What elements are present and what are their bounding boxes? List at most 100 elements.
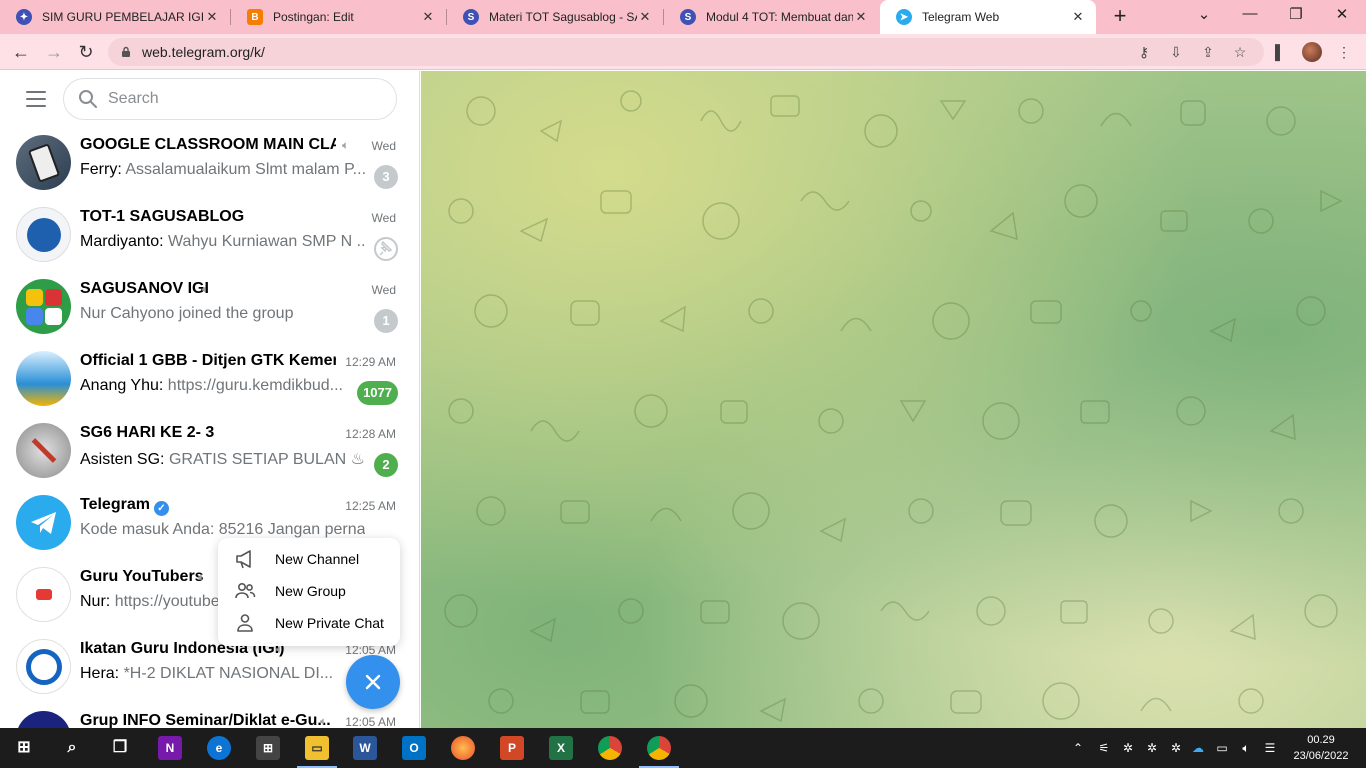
store-icon[interactable]: ⊞ <box>256 736 280 760</box>
chat-item[interactable]: SG6 HARI KE 2- 3 12:28 AM Asisten SG: GR… <box>0 415 419 487</box>
menu-dots-icon[interactable]: ⋮ <box>1334 42 1354 62</box>
chat-background <box>421 71 1366 728</box>
chat-sender: Ferry: <box>80 161 122 178</box>
search-icon <box>79 90 97 108</box>
tab-postingan[interactable]: B Postingan: Edit ✕ <box>231 0 446 34</box>
user-icon <box>237 614 253 632</box>
powerpoint-icon[interactable]: P <box>500 736 524 760</box>
tab-modul-4[interactable]: S Modul 4 TOT: Membuat dan ✕ <box>664 0 879 34</box>
close-menu-button[interactable] <box>346 655 400 709</box>
chrome-icon[interactable] <box>598 736 622 760</box>
pin-icon <box>374 237 398 261</box>
tab-sim-guru[interactable]: ✦ SIM GURU PEMBELAJAR IGI ✕ <box>0 0 230 34</box>
chat-sender: Mardiyanto: <box>80 233 164 250</box>
browser-toolbar: ← → ↻ web.telegram.org/k/ ⚷ ⇩ ⇪ ☆ ▌ ⋮ <box>0 34 1366 70</box>
new-channel-menu-item[interactable]: New Channel <box>218 543 400 575</box>
onedrive-icon[interactable]: ☁ <box>1190 740 1206 756</box>
chat-preview: Ferry: Assalamualaikum Slmt malam P... <box>80 161 365 179</box>
forward-arrow-icon[interactable]: → <box>42 40 66 64</box>
chat-avatar <box>16 567 71 622</box>
chat-preview: Hera: *H-2 DIKLAT NASIONAL DI... <box>80 665 333 683</box>
chat-time: 12:28 AM <box>345 427 396 441</box>
side-panel-icon[interactable]: ▌ <box>1270 42 1290 62</box>
onenote-icon[interactable]: N <box>158 736 182 760</box>
clock-date: 23/06/2022 <box>1293 750 1349 762</box>
chat-message: https://guru.kemdikbud... <box>167 377 342 394</box>
close-window-icon[interactable]: ✕ <box>1330 5 1354 27</box>
battery-icon[interactable]: ▭ <box>1214 740 1230 756</box>
chat-name: SG6 HARI KE 2- 3 <box>80 424 215 441</box>
chevron-up-icon[interactable]: ⌃ <box>1070 740 1086 756</box>
close-tab-icon[interactable]: ✕ <box>853 9 869 25</box>
tab-title: Telegram Web <box>922 10 1000 24</box>
tab-search-icon[interactable]: ⌄ <box>1192 5 1216 27</box>
search-icon[interactable]: ⌕ <box>60 736 84 760</box>
install-app-icon[interactable]: ⇩ <box>1166 42 1186 62</box>
system-clock[interactable]: 00.29 23/06/2022 <box>1290 732 1352 764</box>
profile-avatar[interactable] <box>1302 42 1322 62</box>
new-private-chat-menu-item[interactable]: New Private Chat <box>218 607 400 639</box>
minimize-icon[interactable]: — <box>1238 5 1262 27</box>
tab-title: Postingan: Edit <box>273 10 354 24</box>
firefox-icon[interactable] <box>451 736 475 760</box>
chat-sender: Nur: <box>80 593 111 610</box>
key-icon[interactable]: ⚷ <box>1134 42 1154 62</box>
search-input[interactable] <box>108 90 368 108</box>
file-explorer-icon[interactable]: ▭ <box>297 736 337 768</box>
chat-message: *H-2 DIKLAT NASIONAL DI... <box>123 665 334 682</box>
close-tab-icon[interactable]: ✕ <box>420 9 436 25</box>
unread-badge: 1077 <box>357 381 398 405</box>
restore-icon[interactable]: ❐ <box>1284 5 1308 27</box>
search-box[interactable] <box>63 78 397 120</box>
chat-time: 12:29 AM <box>345 355 396 369</box>
outlook-icon[interactable]: O <box>402 736 426 760</box>
new-group-menu-item[interactable]: New Group <box>218 575 400 607</box>
back-arrow-icon[interactable]: ← <box>9 40 33 64</box>
chrome-profile-icon[interactable] <box>639 736 679 768</box>
verified-icon: ✓ <box>153 501 169 516</box>
megaphone-icon <box>236 550 251 569</box>
chat-message: Nur Cahyono joined the group <box>80 305 294 322</box>
hamburger-menu-icon[interactable] <box>26 91 46 107</box>
chat-avatar <box>16 423 71 478</box>
chat-name: GOOGLE CLASSROOM MAIN CLASS <box>80 136 336 153</box>
chat-item[interactable]: Grup INFO Seminar/Diklat e-Gu... 🔈︎ 12:0… <box>0 703 419 728</box>
bookmark-star-icon[interactable]: ☆ <box>1230 42 1250 62</box>
tab-telegram-web[interactable]: ➤ Telegram Web ✕ <box>880 0 1096 34</box>
chat-item[interactable]: Official 1 GBB - Ditjen GTK Kemen... 12:… <box>0 343 419 415</box>
volume-icon[interactable]: 🔈︎ <box>1238 740 1254 756</box>
tab-materi-tot[interactable]: S Materi TOT Sagusablog - SAG ✕ <box>447 0 663 34</box>
tab-title: Modul 4 TOT: Membuat dan <box>706 10 853 24</box>
tray-app-icon[interactable]: ✲ <box>1168 740 1184 756</box>
close-tab-icon[interactable]: ✕ <box>204 9 220 25</box>
close-tab-icon[interactable]: ✕ <box>637 9 653 25</box>
windows-start-icon[interactable]: ⊞ <box>12 736 36 760</box>
network-icon[interactable]: ⚟ <box>1096 740 1112 756</box>
word-icon[interactable]: W <box>353 736 377 760</box>
close-tab-icon[interactable]: ✕ <box>1070 9 1086 25</box>
chat-time: Wed <box>371 283 396 297</box>
chat-preview: Kode masuk Anda: 85216 Jangan pernah... <box>80 521 365 539</box>
chat-item[interactable]: SAGUSANOV IGI 🔈︎ Wed Nur Cahyono joined … <box>0 271 419 343</box>
share-icon[interactable]: ⇪ <box>1198 42 1218 62</box>
blogger-icon: B <box>247 9 263 25</box>
chat-sender: Hera: <box>80 665 120 682</box>
tray-app-icon[interactable]: ✲ <box>1144 740 1160 756</box>
unread-badge: 1 <box>374 309 398 333</box>
chat-preview: Nur: https://youtube... <box>80 593 220 611</box>
tray-app-icon[interactable]: ✲ <box>1120 740 1136 756</box>
chat-name: SAGUSANOV IGI <box>80 280 209 297</box>
chat-preview: Nur Cahyono joined the group <box>80 305 293 323</box>
chat-sender: Anang Yhu: <box>80 377 164 394</box>
edge-icon[interactable]: e <box>207 736 231 760</box>
chat-time: 12:25 AM <box>345 499 396 513</box>
chat-avatar <box>16 711 71 728</box>
reload-icon[interactable]: ↻ <box>74 40 98 64</box>
chat-item[interactable]: GOOGLE CLASSROOM MAIN CLASS 🔈︎ Wed Ferry… <box>0 127 419 199</box>
new-tab-icon[interactable]: + <box>1108 4 1132 28</box>
excel-icon[interactable]: X <box>549 736 573 760</box>
notifications-icon[interactable]: ☰ <box>1262 740 1278 756</box>
address-bar[interactable]: web.telegram.org/k/ <box>108 38 1264 66</box>
task-view-icon[interactable]: ❐ <box>108 736 132 760</box>
chat-item[interactable]: TOT-1 SAGUSABLOG Wed Mardiyanto: Wahyu K… <box>0 199 419 271</box>
